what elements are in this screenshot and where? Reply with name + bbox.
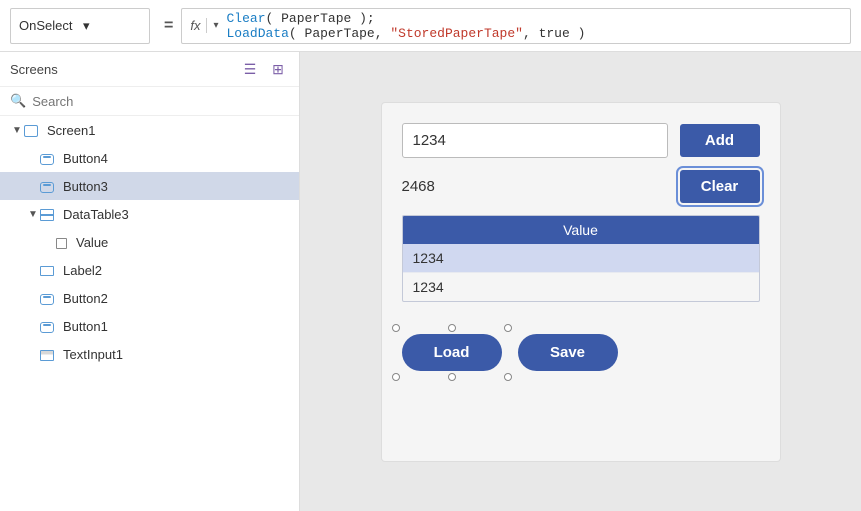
app-preview: Add 2468 Clear Value 1234 1234 (381, 102, 781, 462)
search-input[interactable] (32, 94, 289, 109)
fx-chevron-icon: ▾ (213, 20, 218, 31)
sidebar-item-label: Button3 (63, 179, 108, 194)
formula-fn1: Clear (227, 11, 266, 26)
sidebar-item-button4[interactable]: Button4 (0, 144, 299, 172)
top-bar: OnSelect ▾ = fx ▾ Clear( PaperTape ); Lo… (0, 0, 861, 52)
event-dropdown[interactable]: OnSelect ▾ (10, 8, 150, 44)
main-layout: Screens ☰ ⊞ 🔍 ▼ Screen1 Button4 Button3 ▼ Dat… (0, 52, 861, 511)
formula-text: Clear( PaperTape ); LoadData( PaperTape,… (227, 11, 586, 41)
add-button[interactable]: Add (680, 124, 760, 157)
sidebar-item-label: Value (76, 235, 108, 250)
clear-button[interactable]: Clear (680, 170, 760, 203)
handle-bm[interactable] (448, 373, 456, 381)
chevron-down-icon: ▾ (83, 18, 141, 34)
expand-arrow-icon[interactable]: ▼ (10, 125, 24, 136)
handle-tr[interactable] (504, 324, 512, 332)
sidebar-item-screen1[interactable]: ▼ Screen1 (0, 116, 299, 144)
button-icon (40, 319, 54, 334)
button-icon (40, 151, 54, 166)
handle-bl[interactable] (392, 373, 400, 381)
sidebar-item-button2[interactable]: Button2 (0, 284, 299, 312)
formula-bar[interactable]: fx ▾ Clear( PaperTape ); LoadData( Paper… (181, 8, 851, 44)
save-button[interactable]: Save (518, 334, 618, 371)
canvas-area: Add 2468 Clear Value 1234 1234 (300, 52, 861, 511)
handle-br[interactable] (504, 373, 512, 381)
sidebar-item-label: Label2 (63, 263, 102, 278)
bottom-buttons: Load Save (402, 334, 760, 371)
table-row[interactable]: 1234 (403, 273, 759, 301)
input-row: Add (402, 123, 760, 158)
sidebar-item-label: Button1 (63, 319, 108, 334)
load-button[interactable]: Load (402, 334, 502, 371)
formula-str-arg: "StoredPaperTape" (390, 26, 523, 41)
sidebar: Screens ☰ ⊞ 🔍 ▼ Screen1 Button4 Button3 ▼ Dat… (0, 52, 300, 511)
search-bar: 🔍 (0, 87, 299, 116)
equals-icon: = (164, 17, 173, 35)
button-icon (40, 291, 54, 306)
datatable-icon (40, 207, 54, 222)
data-table: Value 1234 1234 (402, 215, 760, 302)
sidebar-item-button3[interactable]: Button3 (0, 172, 299, 200)
sidebar-item-value[interactable]: Value (0, 228, 299, 256)
load-button-wrapper: Load (402, 334, 502, 371)
screen-icon (24, 123, 38, 138)
sidebar-item-textinput1[interactable]: TextInput1 (0, 340, 299, 368)
table-row[interactable]: 1234 (403, 244, 759, 273)
sidebar-item-button1[interactable]: Button1 (0, 312, 299, 340)
sidebar-item-label: Button2 (63, 291, 108, 306)
fx-label: fx (190, 18, 207, 33)
text-input[interactable] (402, 123, 668, 158)
event-dropdown-label: OnSelect (19, 18, 77, 33)
sidebar-item-datatable3[interactable]: ▼ DataTable3 (0, 200, 299, 228)
sidebar-item-label: TextInput1 (63, 347, 123, 362)
formula-fn2: LoadData (227, 26, 289, 41)
sidebar-item-label: Screen1 (47, 123, 95, 138)
sidebar-item-label2[interactable]: Label2 (0, 256, 299, 284)
search-icon: 🔍 (10, 93, 26, 109)
label-icon (40, 263, 54, 278)
list-view-icon[interactable]: ☰ (239, 58, 261, 80)
checkbox-icon (56, 235, 67, 250)
expand-arrow-icon[interactable]: ▼ (26, 209, 40, 220)
data-table-header: Value (403, 216, 759, 244)
value-display: 2468 (402, 178, 668, 195)
textinput-icon (40, 347, 54, 362)
grid-view-icon[interactable]: ⊞ (267, 58, 289, 80)
sidebar-item-label: DataTable3 (63, 207, 129, 222)
handle-tl[interactable] (392, 324, 400, 332)
tree-list: ▼ Screen1 Button4 Button3 ▼ DataTable3 Value La… (0, 116, 299, 511)
handle-tm[interactable] (448, 324, 456, 332)
sidebar-icons: ☰ ⊞ (239, 58, 289, 80)
sidebar-item-label: Button4 (63, 151, 108, 166)
button-icon (40, 179, 54, 194)
value-row: 2468 Clear (402, 170, 760, 203)
sidebar-header: Screens ☰ ⊞ (0, 52, 299, 87)
sidebar-title: Screens (10, 62, 58, 77)
